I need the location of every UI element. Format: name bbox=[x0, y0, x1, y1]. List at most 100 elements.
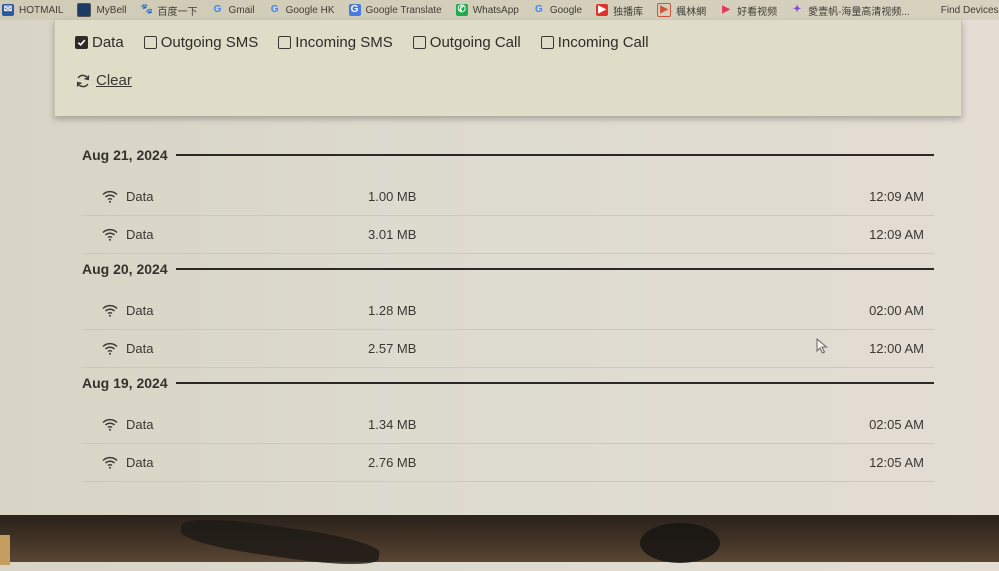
google-icon: G bbox=[534, 4, 543, 15]
bookmark-fenglin[interactable]: ▶ 楓林網 bbox=[657, 3, 706, 18]
usage-time: 12:09 AM bbox=[869, 227, 924, 242]
bookmark-label: 独播库 bbox=[613, 6, 644, 18]
clear-label: Clear bbox=[96, 72, 132, 89]
bookmark-hotmail[interactable]: ✉ HOTMAIL bbox=[2, 4, 63, 16]
usage-size: 2.57 MB bbox=[368, 341, 417, 356]
bookmark-whatsapp[interactable]: ✆ WhatsApp bbox=[455, 4, 519, 16]
usage-size: 2.76 MB bbox=[368, 455, 417, 470]
usage-time: 02:05 AM bbox=[869, 417, 924, 432]
bookmark-label: 愛壹帆-海量高清视频... bbox=[808, 6, 910, 18]
checkbox-unchecked[interactable] bbox=[278, 36, 292, 49]
checkbox-unchecked[interactable] bbox=[412, 36, 426, 49]
divider bbox=[175, 268, 934, 270]
usage-type-label: Data bbox=[126, 417, 154, 432]
baidu-icon: 🐾 bbox=[140, 4, 153, 15]
wifi-icon bbox=[102, 456, 118, 469]
filter-outgoing-sms[interactable]: Outgoing SMS bbox=[143, 34, 259, 51]
bookmark-google-hk[interactable]: G Google HK bbox=[269, 4, 335, 16]
usage-size: 1.28 MB bbox=[368, 303, 417, 318]
usage-row: Data 1.00 MB 12:09 AM bbox=[82, 178, 934, 216]
usage-size: 1.00 MB bbox=[368, 189, 417, 204]
bookmark-find-devices[interactable]: Find Devices bbox=[924, 4, 999, 16]
apple-icon bbox=[924, 4, 936, 16]
usage-type: Data bbox=[102, 455, 368, 470]
bookmark-label: MyBell bbox=[96, 4, 127, 16]
filter-label: Incoming Call bbox=[557, 34, 649, 51]
bookmark-google-translate[interactable]: G Google Translate bbox=[348, 4, 442, 16]
bookmark-label: 好看视频 bbox=[737, 6, 778, 18]
filter-panel: Data Outgoing SMS Incoming SMS Outgoing … bbox=[54, 20, 962, 116]
monitor-bezel bbox=[0, 513, 999, 571]
bookmark-dubokou[interactable]: ▶ 独播库 bbox=[596, 3, 643, 18]
wifi-icon bbox=[102, 190, 118, 203]
filter-label: Data bbox=[92, 34, 124, 51]
date-label: Aug 19, 2024 bbox=[82, 375, 168, 391]
divider bbox=[175, 154, 934, 156]
bookmark-mybell[interactable]: MyBell bbox=[77, 3, 126, 17]
usage-time: 12:09 AM bbox=[869, 189, 924, 204]
checkbox-unchecked[interactable] bbox=[540, 36, 554, 49]
usage-type: Data bbox=[102, 227, 368, 242]
filter-incoming-call[interactable]: Incoming Call bbox=[540, 34, 649, 51]
usage-row: Data 1.34 MB 02:05 AM bbox=[82, 406, 934, 444]
usage-row: Data 2.76 MB 12:05 AM bbox=[82, 444, 934, 482]
usage-time: 12:00 AM bbox=[869, 341, 924, 356]
usage-type-label: Data bbox=[126, 455, 154, 470]
usage-size: 3.01 MB bbox=[368, 227, 417, 242]
google-icon: G bbox=[213, 4, 222, 15]
clear-button[interactable]: Clear bbox=[75, 72, 132, 89]
filter-data[interactable]: Data bbox=[75, 34, 124, 51]
play-heart-icon: ▶ bbox=[722, 4, 730, 15]
checkbox-checked[interactable] bbox=[75, 36, 88, 49]
divider bbox=[175, 382, 934, 384]
usage-type: Data bbox=[102, 303, 368, 318]
usage-row: Data 3.01 MB 12:09 AM bbox=[82, 216, 934, 254]
filter-label: Incoming SMS bbox=[295, 34, 393, 51]
usage-type-label: Data bbox=[126, 227, 154, 242]
usage-type: Data bbox=[102, 417, 368, 432]
usage-type-label: Data bbox=[126, 189, 154, 204]
usage-time: 12:05 AM bbox=[869, 455, 924, 470]
bookmark-label: Google HK bbox=[285, 4, 335, 16]
bookmark-aiyifan[interactable]: ✦ 愛壹帆-海量高清视频... bbox=[791, 3, 910, 18]
usage-type: Data bbox=[102, 189, 368, 204]
bookmark-google[interactable]: G Google bbox=[533, 4, 582, 16]
checkbox-unchecked[interactable] bbox=[143, 36, 157, 49]
hotmail-icon: ✉ bbox=[2, 4, 14, 16]
date-label: Aug 21, 2024 bbox=[82, 147, 168, 163]
bookmark-label: HOTMAIL bbox=[19, 4, 64, 16]
usage-type-label: Data bbox=[126, 341, 154, 356]
google-translate-icon: G bbox=[348, 4, 361, 16]
usage-row: Data 2.57 MB 12:00 AM bbox=[82, 330, 934, 368]
mouse-cursor-icon bbox=[816, 338, 828, 354]
bookmark-label: WhatsApp bbox=[472, 4, 519, 16]
checkmark-icon bbox=[77, 39, 86, 47]
filter-incoming-sms[interactable]: Incoming SMS bbox=[278, 34, 393, 51]
google-icon: G bbox=[270, 4, 279, 15]
filter-options: Data Outgoing SMS Incoming SMS Outgoing … bbox=[75, 34, 669, 51]
bookmark-gmail[interactable]: G Gmail bbox=[211, 4, 255, 16]
bookmark-label: 楓林網 bbox=[676, 6, 707, 18]
wifi-icon bbox=[102, 418, 118, 431]
usage-row: Data 1.28 MB 02:00 AM bbox=[82, 292, 934, 330]
bookmark-label: Find Devices bbox=[940, 4, 999, 16]
bookmark-label: 百度一下 bbox=[157, 6, 198, 18]
usage-type-label: Data bbox=[126, 303, 154, 318]
filter-label: Outgoing SMS bbox=[160, 34, 259, 51]
play-circle-icon: ▶ bbox=[657, 3, 672, 17]
bookmark-haokan[interactable]: ▶ 好看视频 bbox=[720, 3, 777, 18]
whatsapp-icon: ✆ bbox=[455, 4, 468, 16]
refresh-icon bbox=[76, 74, 90, 87]
mybell-icon bbox=[77, 3, 92, 17]
date-header: Aug 20, 2024 bbox=[82, 254, 934, 284]
filter-outgoing-call[interactable]: Outgoing Call bbox=[412, 34, 521, 51]
bookmark-label: Google Translate bbox=[365, 4, 442, 16]
bookmark-baidu[interactable]: 🐾 百度一下 bbox=[140, 3, 197, 18]
filter-label: Outgoing Call bbox=[429, 34, 521, 51]
usage-time: 02:00 AM bbox=[869, 303, 924, 318]
usage-size: 1.34 MB bbox=[368, 417, 417, 432]
play-icon: ▶ bbox=[596, 4, 609, 16]
aiyifan-icon: ✦ bbox=[792, 4, 802, 15]
bookmark-label: Gmail bbox=[228, 4, 255, 16]
bookmark-label: Google bbox=[549, 4, 583, 16]
